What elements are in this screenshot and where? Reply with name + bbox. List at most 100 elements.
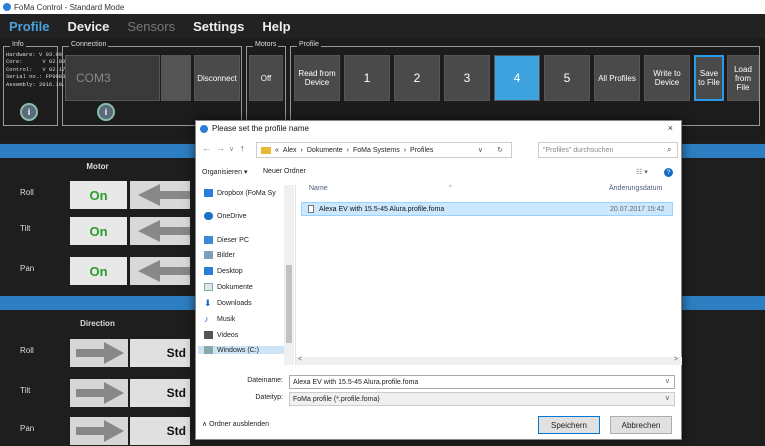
filename-row: Dateiname: Alexa EV with 15.5-45 Alura.p… — [196, 375, 681, 389]
com-port-dropdown[interactable] — [161, 55, 191, 101]
path-profiles[interactable]: Profiles — [410, 147, 433, 154]
motor-tilt-toggle[interactable]: On — [70, 217, 127, 245]
column-name-header[interactable]: Name — [309, 185, 328, 192]
menu-help[interactable]: Help — [253, 19, 299, 34]
folder-icon — [261, 146, 271, 154]
nav-scrollbar[interactable] — [284, 185, 294, 365]
direction-pan-label: Pan — [20, 424, 35, 433]
file-row[interactable]: Alexa EV with 15.5-45 Alura.profile.foma… — [301, 202, 673, 216]
direction-roll-arrow[interactable] — [70, 339, 128, 367]
disconnect-button[interactable]: Disconnect — [194, 55, 240, 101]
direction-pan-value[interactable]: Std — [130, 417, 190, 445]
motors-toggle-button[interactable]: Off — [249, 55, 283, 101]
profile-slot-4[interactable]: 4 — [494, 55, 540, 101]
recent-dropdown-icon[interactable]: ∨ — [229, 145, 234, 153]
save-dialog: Please set the profile name × ← → ∨ ↑ « … — [195, 120, 682, 440]
all-profiles-button[interactable]: All Profiles — [594, 55, 640, 101]
new-folder-button[interactable]: Neuer Ordner — [263, 168, 306, 175]
profile-slot-3[interactable]: 3 — [444, 55, 490, 101]
load-from-file-button[interactable]: Load from File — [727, 55, 759, 101]
motor-pan-label: Pan — [20, 264, 35, 273]
direction-section-title: Direction — [80, 319, 115, 328]
nav-this-pc[interactable]: Dieser PC — [204, 236, 249, 244]
dialog-nav-row: ← → ∨ ↑ « Alex › Dokumente › FoMa System… — [196, 141, 681, 159]
com-port-select[interactable]: COM3 — [65, 55, 160, 101]
file-date: 20.07.2017 15:42 — [610, 205, 665, 213]
hide-folders-toggle[interactable]: ∧ Ordner ausblenden — [202, 420, 269, 428]
profile-slot-5[interactable]: 5 — [544, 55, 590, 101]
nav-downloads[interactable]: ⬇ Downloads — [204, 298, 252, 308]
back-arrow-icon[interactable]: ← — [202, 143, 211, 153]
nav-music-label: Musik — [217, 315, 236, 323]
motors-group-title: Motors — [253, 41, 279, 48]
menu-device[interactable]: Device — [58, 19, 118, 34]
scroll-right-icon[interactable]: > — [674, 356, 678, 363]
menu-profile[interactable]: Profile — [0, 19, 58, 34]
up-arrow-icon[interactable]: ↑ — [240, 143, 245, 153]
filename-input[interactable]: Alexa EV with 15.5-45 Alura.profile.foma… — [289, 375, 675, 389]
profile-group-title: Profile — [297, 41, 321, 48]
address-dropdown-icon[interactable]: ∨ — [478, 146, 483, 154]
menu-settings[interactable]: Settings — [184, 19, 253, 34]
column-date-header[interactable]: Änderungsdatum — [609, 185, 662, 192]
direction-tilt-value[interactable]: Std — [130, 379, 190, 407]
menu-sensors[interactable]: Sensors — [118, 19, 184, 34]
refresh-icon[interactable]: ↻ — [497, 146, 503, 154]
motor-roll-label: Roll — [20, 188, 34, 197]
music-icon: ♪ — [204, 314, 209, 324]
connection-info-icon[interactable]: i — [97, 103, 115, 121]
dialog-titlebar: Please set the profile name — [196, 121, 681, 136]
nav-windows-c[interactable]: Windows (C:) — [198, 346, 288, 354]
write-to-device-button[interactable]: Write to Device — [644, 55, 690, 101]
nav-pictures[interactable]: Bilder — [204, 251, 235, 259]
direction-roll-value[interactable]: Std — [130, 339, 190, 367]
dialog-title: Please set the profile name — [212, 124, 309, 133]
path-alex[interactable]: Alex — [283, 147, 297, 154]
view-options-icon[interactable]: ☷ ▾ — [636, 168, 648, 176]
direction-tilt-arrow[interactable] — [70, 379, 128, 407]
path-foma-systems[interactable]: FoMa Systems — [353, 147, 400, 154]
scroll-left-icon[interactable]: < — [298, 356, 302, 363]
profile-slot-1[interactable]: 1 — [344, 55, 390, 101]
help-icon[interactable]: ? — [664, 168, 673, 177]
filename-dropdown-icon[interactable]: ∨ — [665, 377, 670, 385]
nav-music[interactable]: ♪ Musik — [204, 314, 236, 324]
nav-desktop[interactable]: Desktop — [204, 267, 243, 275]
filetype-value: FoMa profile (*.profile.foma) — [293, 395, 380, 403]
nav-videos[interactable]: Videos — [204, 331, 238, 339]
downloads-icon: ⬇ — [204, 298, 212, 308]
connection-group-title: Connection — [69, 41, 109, 48]
close-icon[interactable]: × — [668, 123, 673, 133]
nav-scrollbar-thumb[interactable] — [286, 265, 292, 343]
motor-roll-toggle[interactable]: On — [70, 181, 127, 209]
address-bar[interactable]: « Alex › Dokumente › FoMa Systems › Prof… — [256, 142, 512, 158]
filetype-dropdown-icon[interactable]: ∨ — [665, 394, 670, 402]
nav-videos-label: Videos — [217, 331, 239, 339]
pc-icon — [204, 236, 213, 244]
search-input[interactable]: "Profiles" durchsuchen — [538, 142, 678, 158]
motor-tilt-arrow[interactable] — [130, 217, 190, 245]
motor-pan-toggle[interactable]: On — [70, 257, 127, 285]
profile-slot-2[interactable]: 2 — [394, 55, 440, 101]
nav-dropbox-label: Dropbox (FoMa Sy — [217, 189, 276, 197]
dialog-footer: ∧ Ordner ausblenden Speichern Abbrechen — [196, 414, 681, 434]
save-button[interactable]: Speichern — [538, 416, 600, 434]
read-from-device-button[interactable]: Read from Device — [294, 55, 340, 101]
forward-arrow-icon[interactable]: → — [216, 143, 225, 153]
direction-pan-arrow[interactable] — [70, 417, 128, 445]
nav-onedrive[interactable]: OneDrive — [204, 212, 247, 220]
file-hscrollbar[interactable]: < > — [296, 356, 682, 365]
path-dokumente[interactable]: Dokumente — [307, 147, 343, 154]
motor-pan-arrow[interactable] — [130, 257, 190, 285]
motor-roll-arrow[interactable] — [130, 181, 190, 209]
nav-documents[interactable]: Dokumente — [204, 283, 253, 291]
cancel-button[interactable]: Abbrechen — [610, 416, 672, 434]
info-icon[interactable]: i — [20, 103, 38, 121]
filetype-select[interactable]: FoMa profile (*.profile.foma) ∨ — [289, 392, 675, 406]
hide-folders-label: Ordner ausblenden — [209, 421, 270, 428]
path-overflow[interactable]: « — [275, 147, 279, 154]
nav-dropbox[interactable]: Dropbox (FoMa Sy — [204, 189, 276, 197]
videos-icon — [204, 331, 213, 339]
save-to-file-button[interactable]: Save to File — [694, 55, 724, 101]
organize-button[interactable]: Organisieren ▾ — [202, 168, 248, 176]
